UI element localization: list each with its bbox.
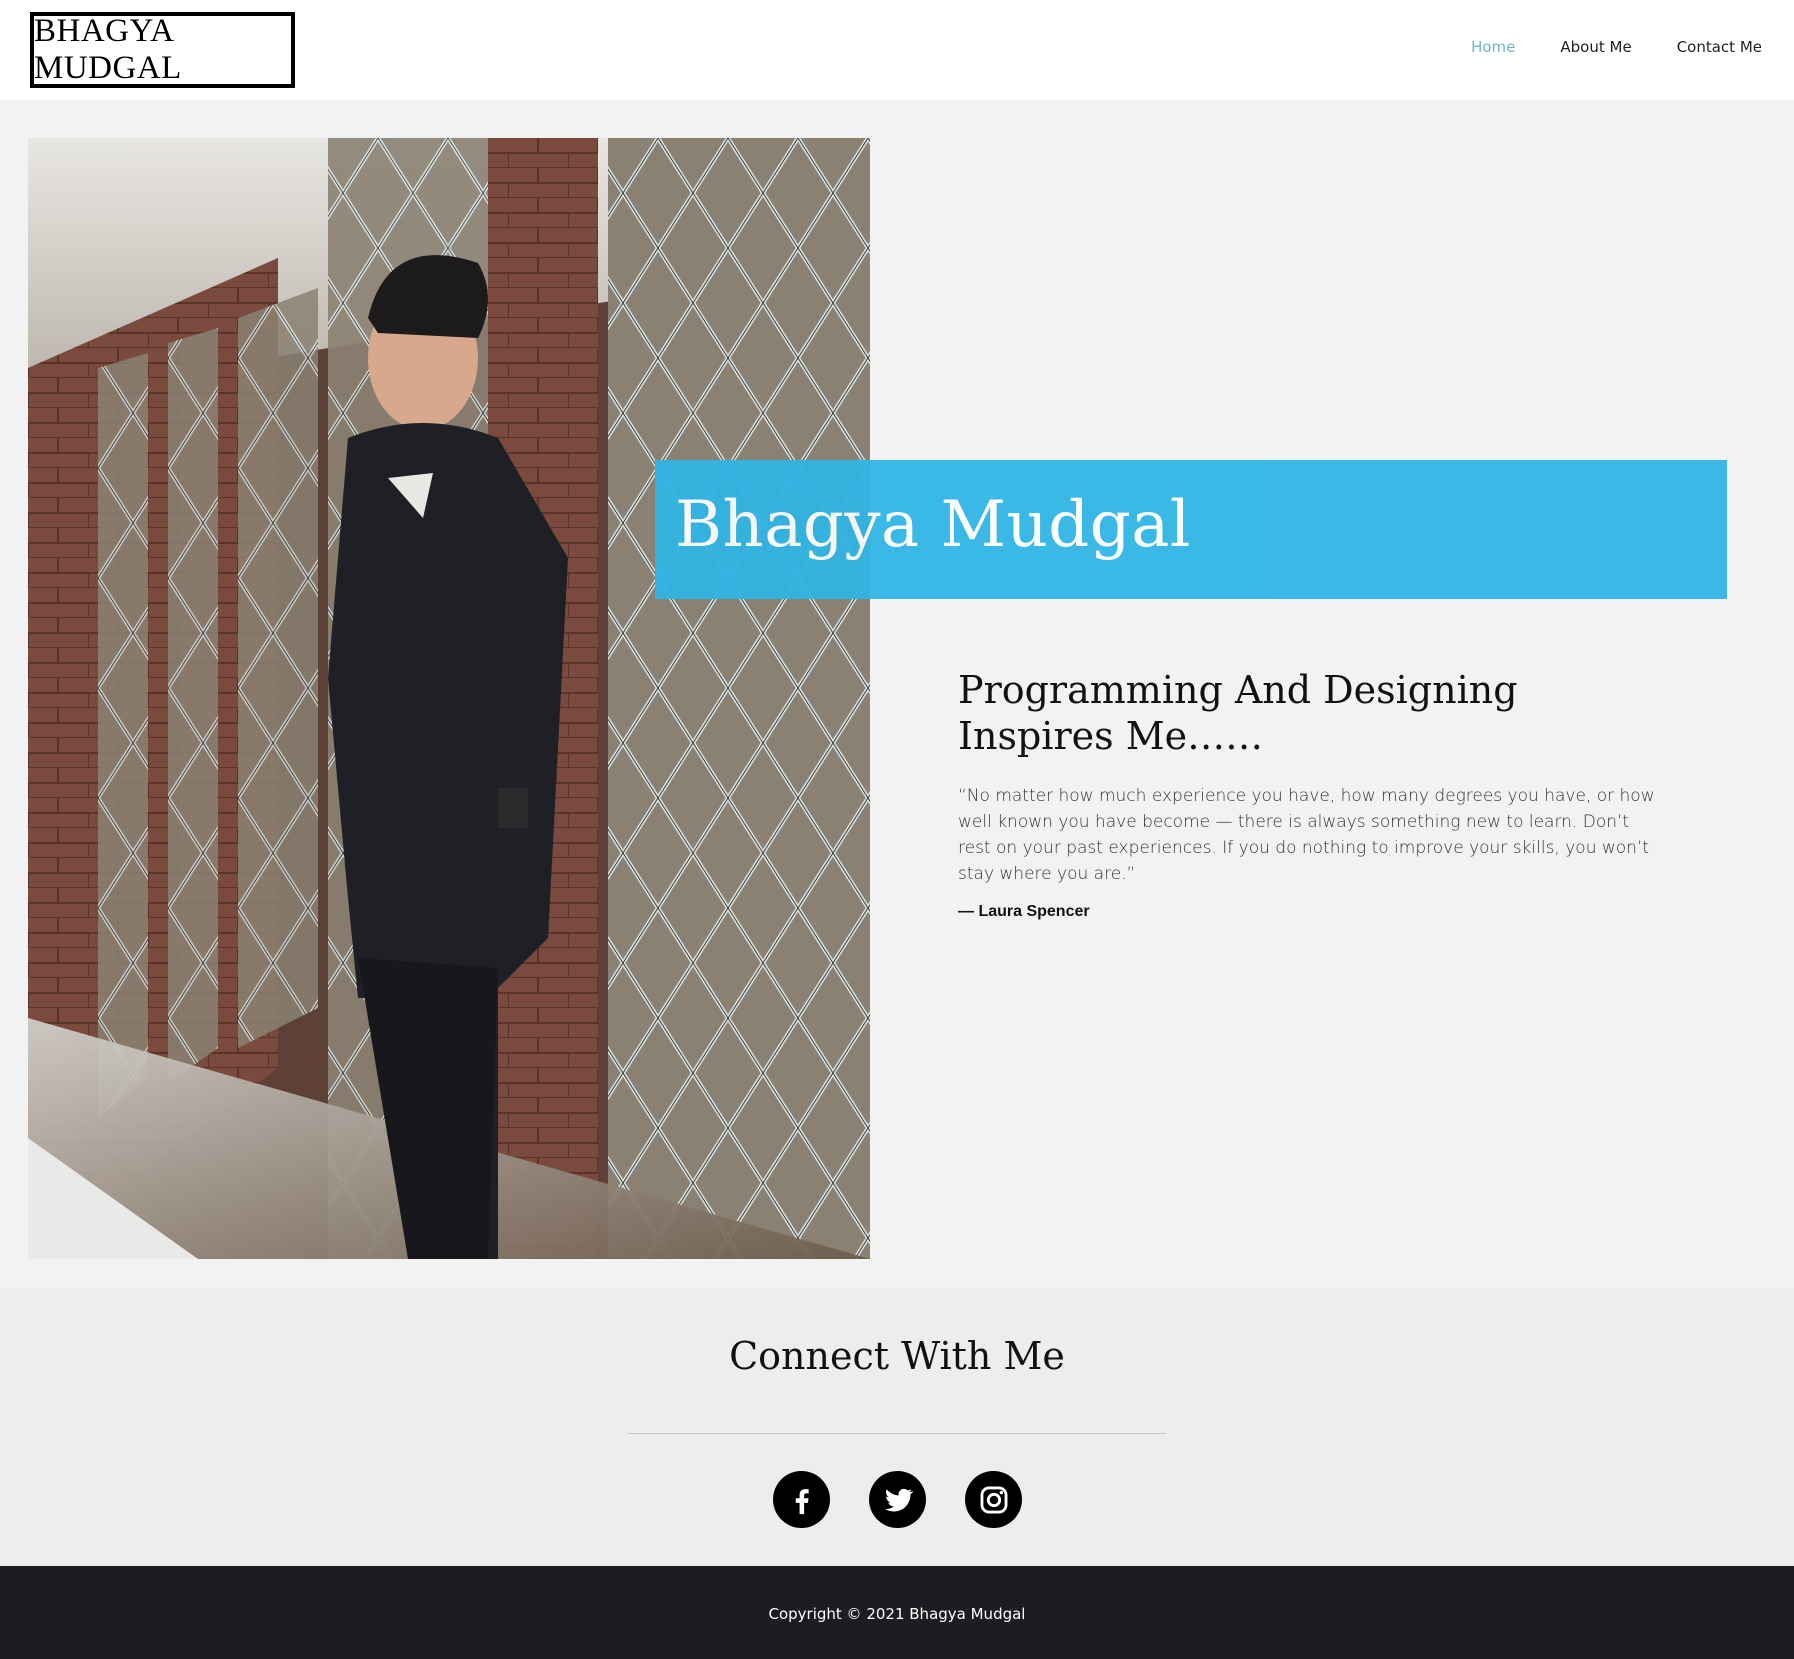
connect-section: Connect With Me bbox=[0, 1288, 1794, 1566]
instagram-link[interactable] bbox=[965, 1471, 1022, 1528]
logo-text: BHAGYA MUDGAL bbox=[34, 13, 182, 86]
site-logo[interactable]: BHAGYA MUDGAL bbox=[30, 12, 295, 88]
facebook-link[interactable] bbox=[773, 1471, 830, 1528]
twitter-link[interactable] bbox=[869, 1471, 926, 1528]
hero-tagline: Programming And Designing Inspires Me…… bbox=[958, 668, 1518, 758]
hero-quote: “No matter how much experience you have,… bbox=[958, 786, 1655, 884]
site-footer: Copyright © 2021 Bhagya Mudgal bbox=[0, 1566, 1794, 1659]
facebook-icon bbox=[795, 1488, 809, 1514]
twitter-icon bbox=[884, 1488, 913, 1511]
profile-photo bbox=[28, 138, 870, 1259]
nav-home[interactable]: Home bbox=[1471, 38, 1515, 56]
instagram-icon bbox=[980, 1486, 1007, 1513]
connect-title: Connect With Me bbox=[729, 1334, 1065, 1378]
copyright-text: Copyright © 2021 Bhagya Mudgal bbox=[768, 1605, 1026, 1623]
main-nav: Home About Me Contact Me bbox=[1471, 38, 1762, 56]
site-header: BHAGYA MUDGAL Home About Me Contact Me bbox=[0, 0, 1794, 100]
hero-name: Bhagya Mudgal bbox=[675, 488, 1191, 562]
nav-about-me[interactable]: About Me bbox=[1560, 38, 1631, 56]
nav-contact-me[interactable]: Contact Me bbox=[1677, 38, 1762, 56]
name-banner: Bhagya Mudgal bbox=[655, 460, 1727, 599]
social-links bbox=[773, 1471, 1022, 1528]
section-divider bbox=[628, 1433, 1166, 1434]
profile-photo-illustration bbox=[28, 138, 870, 1259]
hero-section: Bhagya Mudgal Programming And Designing … bbox=[0, 100, 1794, 1288]
quote-author: — Laura Spencer bbox=[958, 903, 1090, 920]
